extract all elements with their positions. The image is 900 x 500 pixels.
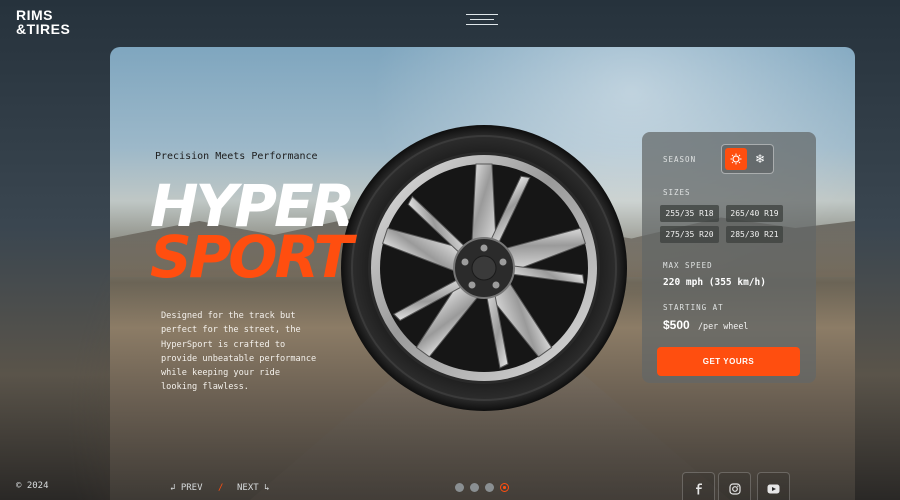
size-option[interactable]: 275/35 R20: [660, 226, 719, 243]
tire-wheel-image: [341, 125, 627, 411]
next-button[interactable]: NEXT ↳: [237, 483, 270, 493]
brand-logo[interactable]: RIMS &TIRES: [16, 8, 70, 36]
youtube-icon[interactable]: [757, 472, 790, 500]
max-speed-label: MAX SPEED: [663, 261, 713, 270]
nav-separator: /: [218, 483, 224, 493]
hero-tagline: Precision Meets Performance: [155, 151, 318, 162]
max-speed-value: 220 mph (355 km/h): [663, 277, 766, 288]
price-suffix: /per wheel: [698, 321, 749, 331]
starting-at-label: STARTING AT: [663, 303, 724, 312]
brand-logo-line1: RIMS: [16, 7, 53, 23]
prev-button[interactable]: ↲ PREV: [170, 483, 203, 493]
summer-icon[interactable]: [725, 148, 747, 170]
size-option[interactable]: 285/30 R21: [726, 226, 783, 243]
instagram-icon[interactable]: [718, 472, 751, 500]
hero-title-line2: SPORT: [150, 223, 353, 291]
size-option[interactable]: 255/35 R18: [660, 205, 719, 222]
price-value: $500: [663, 318, 690, 332]
product-specs-panel: SEASON ❄ SIZES 255/35 R18 265/40 R19 275…: [642, 132, 816, 383]
slide-dot[interactable]: [470, 483, 479, 492]
season-label: SEASON: [663, 155, 697, 164]
facebook-icon[interactable]: [682, 472, 715, 500]
copyright-text: © 2024: [16, 481, 49, 491]
slide-dot[interactable]: [485, 483, 494, 492]
winter-icon[interactable]: ❄: [749, 148, 771, 170]
hamburger-menu-icon[interactable]: [466, 12, 498, 28]
slide-dot[interactable]: [455, 483, 464, 492]
brand-logo-line2: &TIRES: [16, 21, 71, 37]
size-option[interactable]: 265/40 R19: [726, 205, 783, 222]
get-yours-button[interactable]: GET YOURS: [657, 347, 800, 376]
season-toggle: ❄: [721, 144, 774, 174]
sizes-label: SIZES: [663, 188, 691, 197]
hero-description: Designed for the track but perfect for t…: [161, 311, 317, 393]
slide-dot-active[interactable]: [500, 483, 509, 492]
